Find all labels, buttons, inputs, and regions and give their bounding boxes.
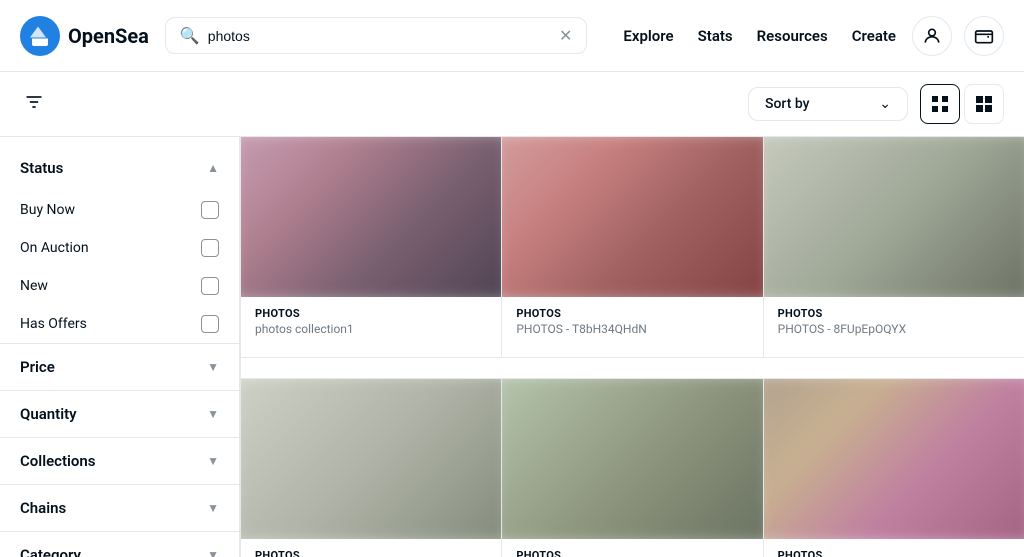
sidebar-collections-header[interactable]: Collections ▼ [0, 438, 239, 484]
nft-info-5: PHOTOS PHOTOS - 3w4t2Du4o3 [502, 539, 762, 557]
main-nav: Explore Stats Resources Create [623, 27, 896, 45]
view-toggle [920, 84, 1004, 124]
sort-label: Sort by [765, 96, 810, 112]
clear-search-icon[interactable]: ✕ [559, 26, 572, 45]
sort-dropdown[interactable]: Sort by ⌄ [748, 87, 908, 121]
nft-info-6: PHOTOS PHOTOS - wdQS8N7BgE [764, 539, 1024, 557]
sidebar-status-label: Status [20, 159, 63, 177]
sidebar-status-header[interactable]: Status ▲ [0, 145, 239, 191]
sidebar-chains-label: Chains [20, 499, 66, 517]
sidebar-section-collections: Collections ▼ [0, 438, 239, 485]
nft-image-2 [502, 137, 762, 297]
nft-collection-2: PHOTOS [516, 307, 748, 320]
nft-card-3[interactable]: PHOTOS PHOTOS - 8FUpEpOQYX [764, 137, 1024, 357]
nav-right [912, 16, 1004, 56]
nav-resources[interactable]: Resources [757, 27, 828, 45]
nft-collection-5: PHOTOS [516, 549, 748, 557]
nft-name-3: PHOTOS - 8FUpEpOQYX [778, 322, 1010, 336]
nft-collection-6: PHOTOS [778, 549, 1010, 557]
filter-toggle-icon[interactable] [20, 88, 48, 121]
nft-image-3 [764, 137, 1024, 297]
nft-card-5[interactable]: PHOTOS PHOTOS - 3w4t2Du4o3 [502, 379, 762, 557]
sidebar-quantity-label: Quantity [20, 405, 77, 423]
sidebar-price-label: Price [20, 358, 55, 376]
large-grid-view-button[interactable] [964, 84, 1004, 124]
nft-info-2: PHOTOS PHOTOS - T8bH34QHdN [502, 297, 762, 350]
chevron-down-icon: ▼ [207, 454, 219, 468]
nft-grid: photos photos collection1 PHOTOS PHOTOS … [240, 137, 1024, 557]
filter-has-offers: Has Offers [0, 305, 239, 343]
nft-collection-4: PHOTOS [255, 549, 487, 557]
filter-buy-now-label: Buy Now [20, 202, 75, 218]
account-icon[interactable] [912, 16, 952, 56]
nft-image-5 [502, 379, 762, 539]
sidebar-section-price: Price ▼ [0, 344, 239, 391]
chevron-down-icon: ⌄ [879, 96, 891, 112]
logo-text: OpenSea [68, 24, 149, 48]
grid-view-button[interactable] [920, 84, 960, 124]
content-area: photos photos collection1 PHOTOS PHOTOS … [240, 137, 1024, 557]
filter-new-label: New [20, 278, 48, 294]
nft-card-2[interactable]: PHOTOS PHOTOS - T8bH34QHdN [502, 137, 762, 357]
header: OpenSea 🔍 ✕ Explore Stats Resources Crea… [0, 0, 1024, 72]
main-layout: Status ▲ Buy Now On Auction New Has Offe… [0, 137, 1024, 557]
chevron-down-icon: ▼ [207, 501, 219, 515]
nft-collection-3: PHOTOS [778, 307, 1010, 320]
chevron-down-icon: ▼ [207, 360, 219, 374]
nft-info-3: PHOTOS PHOTOS - 8FUpEpOQYX [764, 297, 1024, 350]
sidebar-collections-label: Collections [20, 452, 96, 470]
filter-buy-now: Buy Now [0, 191, 239, 229]
nft-card-6[interactable]: PHOTOS PHOTOS - wdQS8N7BgE [764, 379, 1024, 557]
wallet-icon[interactable] [964, 16, 1004, 56]
filter-new: New [0, 267, 239, 305]
chevron-down-icon: ▼ [207, 548, 219, 557]
sidebar-section-status: Status ▲ Buy Now On Auction New Has Offe… [0, 145, 239, 344]
filter-has-offers-checkbox[interactable] [201, 315, 219, 333]
search-input[interactable] [208, 28, 551, 44]
chevron-down-icon: ▼ [207, 407, 219, 421]
sidebar-section-quantity: Quantity ▼ [0, 391, 239, 438]
nft-name-1: photos collection1 [255, 322, 487, 336]
nav-explore[interactable]: Explore [623, 27, 673, 45]
sidebar-price-header[interactable]: Price ▼ [0, 344, 239, 390]
filter-on-auction-checkbox[interactable] [201, 239, 219, 257]
nft-card-4[interactable]: PHOTOS PHOTOS - sNUmoHkiY7 [241, 379, 501, 557]
nft-image-1 [241, 137, 501, 297]
nft-info-1: photos photos collection1 [241, 297, 501, 350]
nft-collection-1: photos [255, 307, 487, 320]
sidebar-quantity-header[interactable]: Quantity ▼ [0, 391, 239, 437]
logo-area: OpenSea [20, 16, 149, 56]
filter-on-auction-label: On Auction [20, 240, 89, 256]
nft-image-6 [764, 379, 1024, 539]
search-bar: 🔍 ✕ [165, 17, 588, 54]
nft-card-1[interactable]: photos photos collection1 [241, 137, 501, 357]
nav-stats[interactable]: Stats [698, 27, 733, 45]
sidebar-chains-header[interactable]: Chains ▼ [0, 485, 239, 531]
search-icon: 🔍 [180, 26, 200, 45]
filter-buy-now-checkbox[interactable] [201, 201, 219, 219]
nav-create[interactable]: Create [852, 27, 896, 45]
sidebar-category-label: Category [20, 546, 81, 557]
sidebar: Status ▲ Buy Now On Auction New Has Offe… [0, 137, 240, 557]
nft-info-4: PHOTOS PHOTOS - sNUmoHkiY7 [241, 539, 501, 557]
opensea-logo-icon [20, 16, 60, 56]
chevron-up-icon: ▲ [207, 161, 219, 175]
nft-image-4 [241, 379, 501, 539]
row-separator [241, 358, 1024, 378]
filter-new-checkbox[interactable] [201, 277, 219, 295]
filter-on-auction: On Auction [0, 229, 239, 267]
nft-name-2: PHOTOS - T8bH34QHdN [516, 322, 748, 336]
sub-header: Sort by ⌄ [0, 72, 1024, 137]
filter-has-offers-label: Has Offers [20, 316, 87, 332]
sidebar-section-chains: Chains ▼ [0, 485, 239, 532]
